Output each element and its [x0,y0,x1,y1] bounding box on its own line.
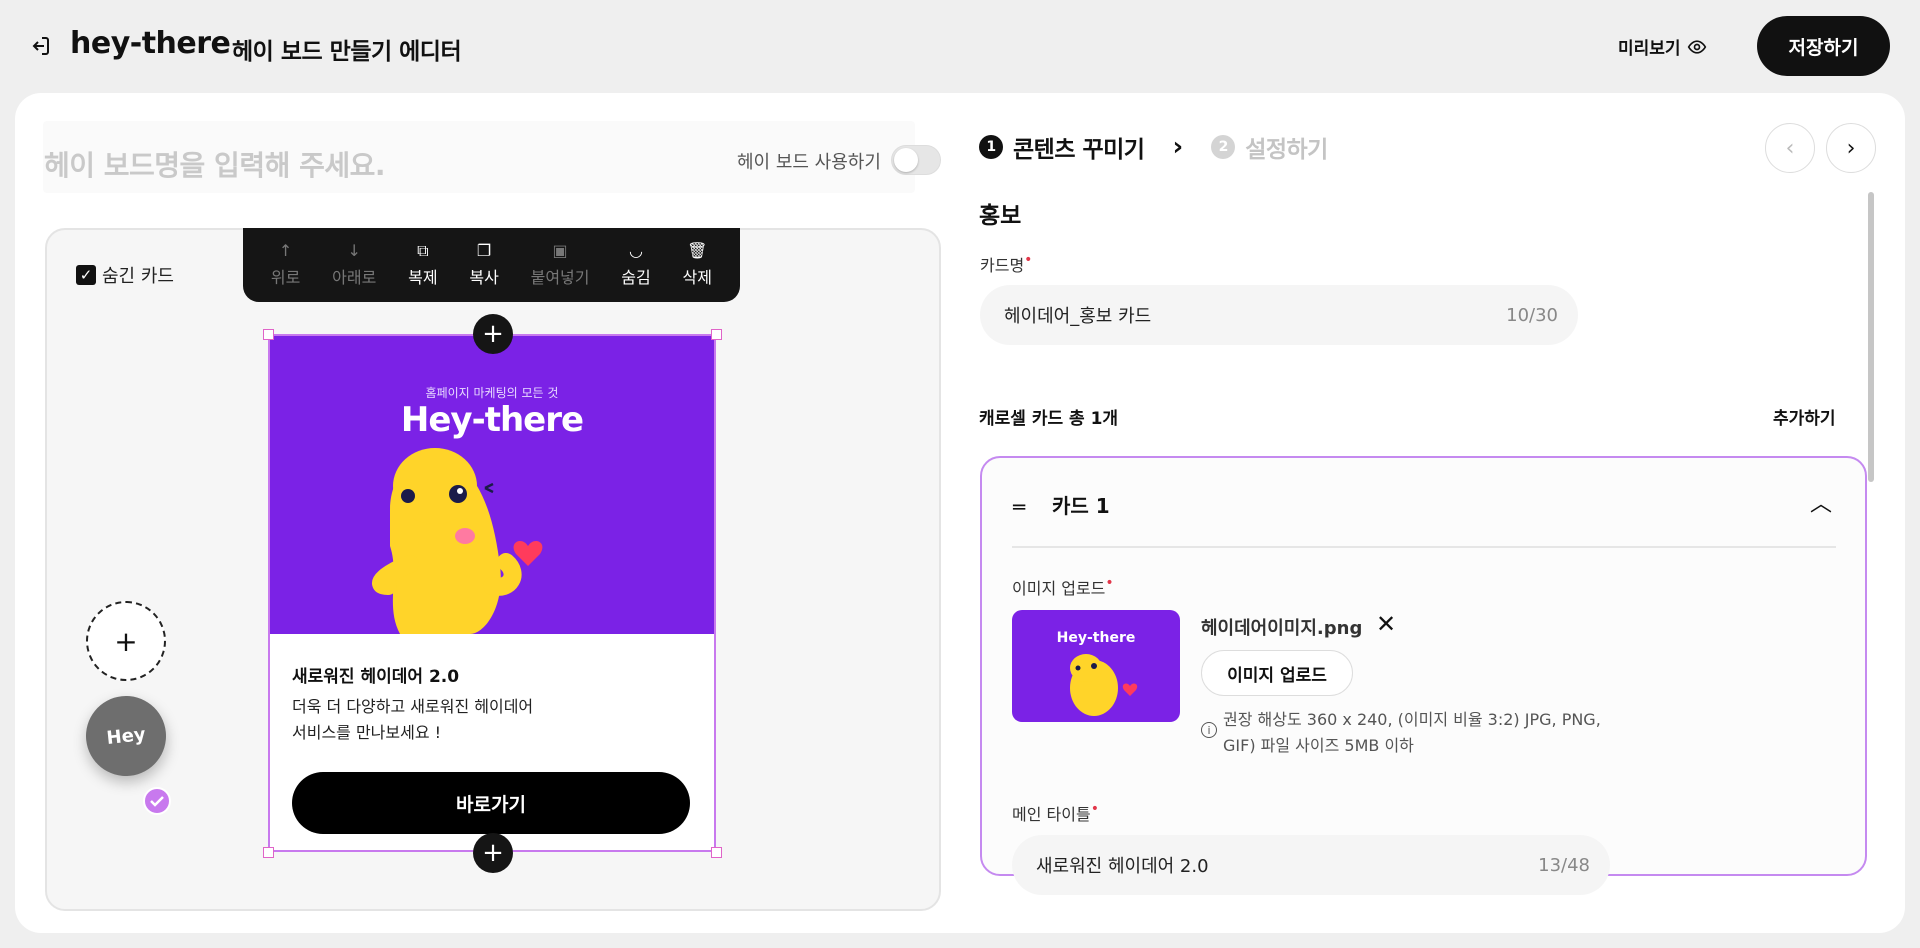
chevron-right-icon: › [1846,135,1856,161]
scrollbar[interactable] [1868,192,1874,482]
image-upload-button[interactable]: 이미지 업로드 [1201,650,1353,696]
resize-handle-top-left[interactable] [263,329,274,340]
move-up-label: 위로 [270,268,301,287]
close-icon[interactable]: ✕ [1376,610,1396,638]
card-preview[interactable]: 홈페이지 마케팅의 모든 것 Hey-there 새로워진 헤이데어 2.0 더… [268,334,716,852]
top-bar: hey-there 헤이 보드 만들기 에디터 미리보기 저장하기 [0,0,1920,92]
card-1-title: 카드 1 [1052,494,1110,518]
upload-hint-line1: 권장 해상도 360 x 240, (이미지 비율 3:2) JPG, PNG, [1223,710,1601,729]
image-upload-label: 이미지 업로드• [1012,575,1114,599]
exit-icon[interactable] [28,34,52,58]
hide-button[interactable]: ◡ 숨김 [621,242,650,288]
card-name-value: 헤이데어_홍보 카드 [1004,306,1152,327]
resize-handle-top-right[interactable] [711,329,722,340]
card-name-label-text: 카드명 [980,256,1025,275]
add-card-above-button[interactable]: + [473,314,513,354]
move-down-label: 아래로 [332,268,377,287]
step-number: 1 [979,135,1003,159]
preview-button[interactable]: 미리보기 [1618,34,1707,59]
trash-icon: 🗑 [687,241,708,260]
use-board-label: 헤이 보드 사용하기 [737,152,881,173]
hidden-card-checkbox[interactable]: ✓ 숨긴 카드 [76,262,174,288]
main-title-value: 새로워진 헤이데어 2.0 [1036,856,1209,877]
card-description: 더욱 더 다양하고 새로워진 헤이데어 서비스를 만나보세요 ! [292,694,672,746]
paste-button[interactable]: ▣ 붙여넣기 [531,242,590,288]
card-name-label: 카드명• [980,252,1032,276]
thumbnail-mascot [1070,654,1138,716]
card-name-counter: 10/30 [1506,304,1558,326]
page-bottom [0,933,1920,948]
main-title-input[interactable]: 새로워진 헤이데어 2.0 13/48 [1012,835,1610,895]
step-indicator: 1 콘텐츠 꾸미기 › 2 설정하기 [979,130,1328,164]
upload-hint-line2: GIF) 파일 사이즈 5MB 이하 [1223,736,1414,755]
paste-label: 붙여넣기 [530,268,590,287]
card-description-line2: 서비스를 만나보세요 ! [292,723,442,742]
step-content[interactable]: 1 콘텐츠 꾸미기 [979,130,1145,164]
duplicate-label: 복제 [408,268,438,287]
step-label: 설정하기 [1245,137,1328,163]
check-icon[interactable]: ✓ [76,265,96,285]
main-title-label: 메인 타이틀• [1012,801,1099,825]
carousel-count: 캐로셀 카드 총 1개 [979,409,1119,429]
step-number: 2 [1211,135,1236,159]
use-board-toggle[interactable] [891,145,941,175]
save-button[interactable]: 저장하기 [1757,16,1890,76]
card-image: 홈페이지 마케팅의 모든 것 Hey-there [270,336,714,634]
next-button[interactable]: › [1826,123,1876,173]
required-marker: • [1090,801,1099,817]
delete-button[interactable]: 🗑 삭제 [683,242,712,288]
move-down-button[interactable]: ↓ 아래로 [332,242,376,288]
copy-button[interactable]: ❐ 복사 [469,242,498,288]
card-title: 새로워진 헤이데어 2.0 [292,667,460,687]
duplicate-icon: ⧉ [417,241,429,260]
copy-label: 복사 [469,268,499,287]
preview-label: 미리보기 [1618,39,1681,59]
required-marker: • [1024,252,1033,268]
drag-handle-icon[interactable]: ═ [1013,495,1025,519]
card-toolbar: ↑ 위로 ↓ 아래로 ⧉ 복제 ❐ 복사 ▣ 붙여넣기 ◡ 숨김 🗑 삭제 [243,228,740,302]
resize-handle-bottom-right[interactable] [711,847,722,858]
brand-logo: hey-there [70,26,231,61]
paste-icon: ▣ [552,241,568,260]
copy-icon: ❐ [476,241,492,260]
image-upload-label-text: 이미지 업로드 [1012,579,1106,598]
hide-label: 숨김 [621,268,651,287]
section-title: 홍보 [979,203,1022,229]
step-settings[interactable]: 2 설정하기 [1211,130,1328,164]
info-icon: i [1201,722,1217,738]
upload-hint: 권장 해상도 360 x 240, (이미지 비율 3:2) JPG, PNG,… [1223,707,1643,759]
chevron-up-icon[interactable]: ︿ [1810,486,1832,518]
main-title-counter: 13/48 [1538,854,1590,876]
arrow-down-icon: ↓ [347,241,361,260]
add-board-fab[interactable]: + [86,601,166,681]
check-badge-icon [143,787,171,815]
card-description-line1: 더욱 더 다양하고 새로워진 헤이데어 [292,697,534,716]
add-card-below-button[interactable]: + [473,833,513,873]
prev-button[interactable]: ‹ [1765,123,1815,173]
chevron-right-icon: › [1172,132,1184,162]
board-name-placeholder[interactable]: 헤이 보드명을 입력해 주세요. [44,144,386,184]
resize-handle-bottom-left[interactable] [263,847,274,858]
delete-label: 삭제 [682,268,712,287]
seal-mascot-illustration [372,448,543,634]
toggle-knob [894,148,918,172]
arrow-up-icon: ↑ [278,241,293,260]
chevron-left-icon: ‹ [1785,135,1795,161]
hide-icon: ◡ [629,241,643,260]
main-title-label-text: 메인 타이틀 [1012,805,1091,824]
eye-icon [1687,39,1706,54]
required-marker: • [1105,575,1114,591]
card-cta-button[interactable]: 바로가기 [292,772,690,834]
add-card-link[interactable]: 추가하기 [1773,404,1836,429]
image-thumbnail: Hey-there [1012,610,1180,722]
duplicate-button[interactable]: ⧉ 복제 [408,242,437,288]
hidden-card-label: 숨긴 카드 [102,266,174,287]
card-name-input[interactable]: 헤이데어_홍보 카드 10/30 [980,285,1578,345]
divider [1012,546,1836,548]
move-up-button[interactable]: ↑ 위로 [271,242,300,288]
step-label: 콘텐츠 꾸미기 [1013,137,1145,163]
file-name: 헤이데어이미지.png [1201,618,1363,639]
page-title: 헤이 보드 만들기 에디터 [232,39,462,65]
